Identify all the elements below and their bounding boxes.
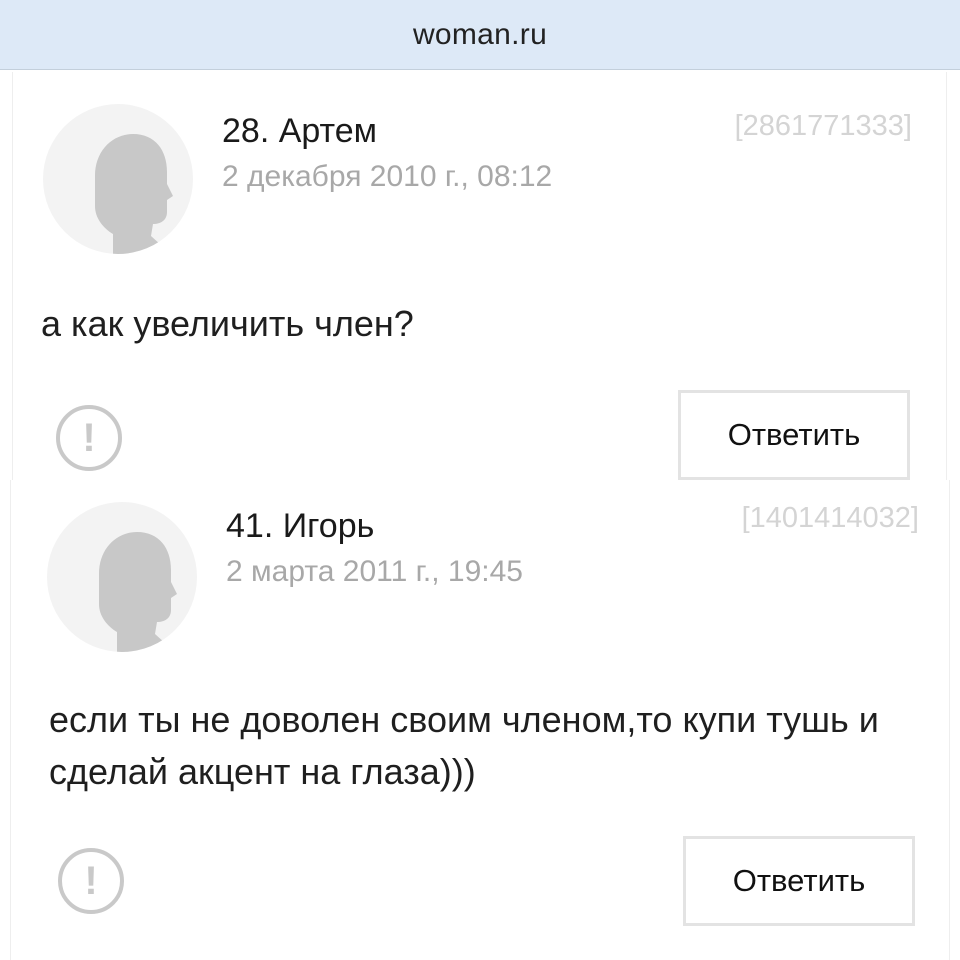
comment-author[interactable]: 28. Артем — [222, 112, 377, 151]
site-header: woman.ru — [0, 0, 960, 70]
comment-date: 2 марта 2011 г., 19:45 — [226, 555, 523, 588]
reply-button[interactable]: Ответить — [678, 390, 910, 480]
exclamation-circle-icon: ! — [82, 416, 96, 460]
user-silhouette-icon — [99, 532, 177, 652]
comment-date: 2 декабря 2010 г., 08:12 — [222, 160, 553, 193]
comment-card: 41. Игорь 2 марта 2011 г., 19:45 [140141… — [10, 480, 950, 960]
comment-id: [1401414032] — [741, 502, 919, 534]
report-button[interactable]: ! — [56, 405, 122, 471]
comment-text: если ты не доволен своим членом,то купи … — [49, 699, 879, 792]
comment-text: а как увеличить член? — [41, 303, 414, 344]
comment-author[interactable]: 41. Игорь — [226, 507, 374, 546]
comment-id: [2861771333] — [734, 110, 912, 142]
reply-button[interactable]: Ответить — [683, 836, 915, 926]
exclamation-circle-icon: ! — [84, 859, 98, 903]
site-title[interactable]: woman.ru — [413, 18, 547, 52]
user-avatar[interactable] — [47, 502, 197, 652]
user-avatar[interactable] — [43, 104, 193, 254]
user-silhouette-icon — [95, 134, 173, 254]
comment-card: 28. Артем 2 декабря 2010 г., 08:12 [2861… — [12, 72, 947, 480]
report-button[interactable]: ! — [58, 848, 124, 914]
